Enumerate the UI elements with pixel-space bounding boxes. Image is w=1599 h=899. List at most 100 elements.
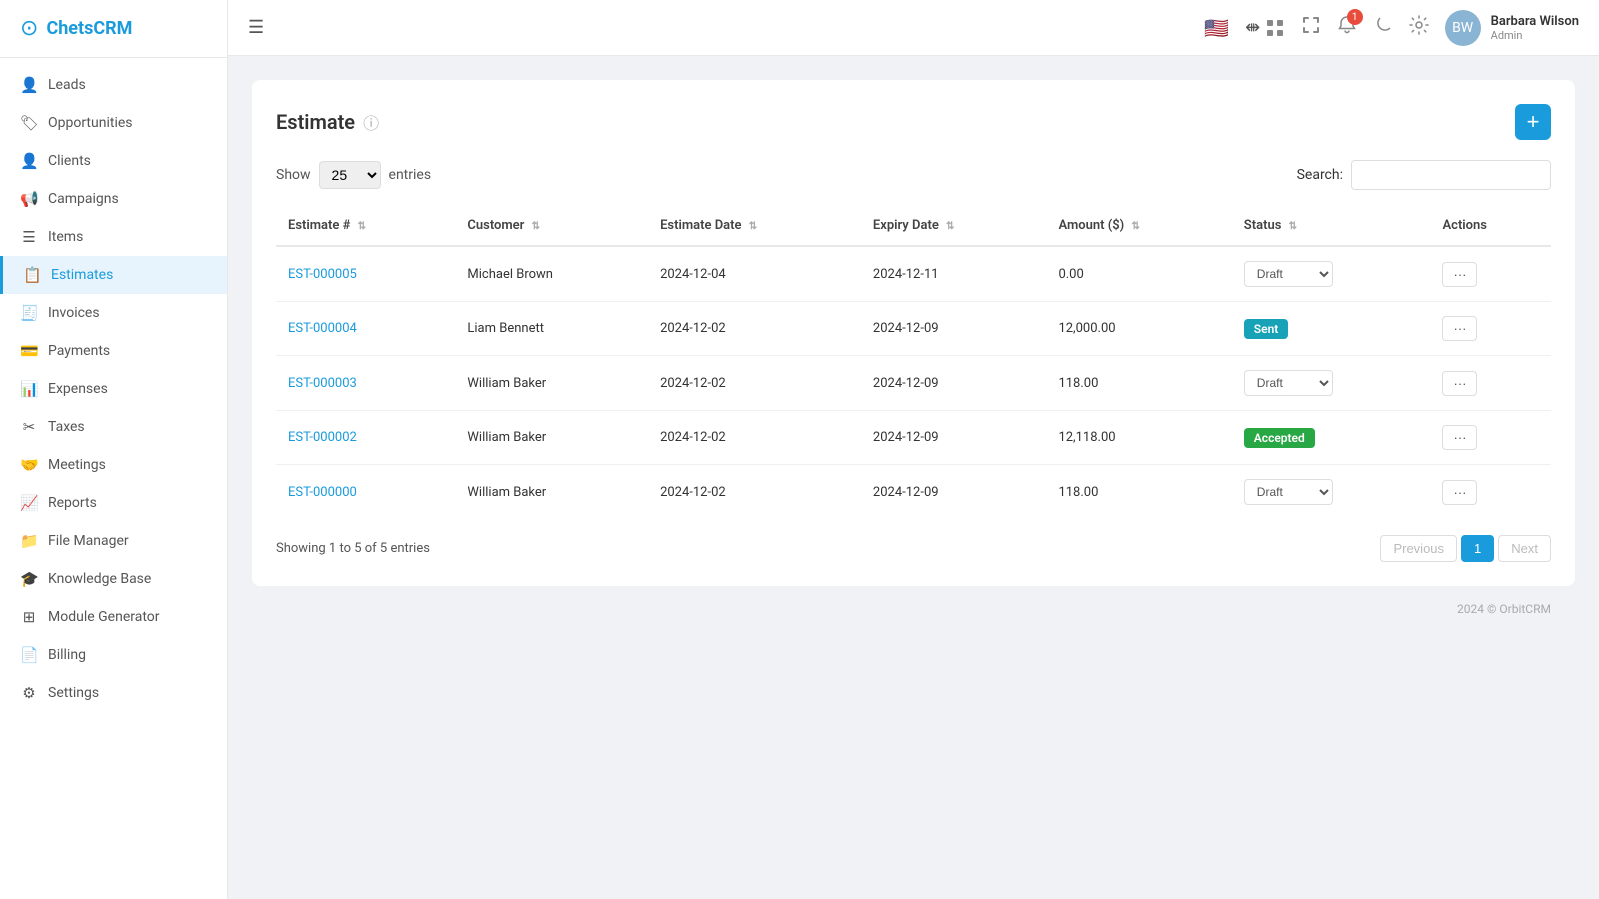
- status-select[interactable]: DraftSentAcceptedDeclined: [1244, 479, 1333, 505]
- settings-icon[interactable]: [1409, 15, 1429, 40]
- expenses-icon: 📊: [20, 380, 38, 398]
- col-header-amount[interactable]: Amount ($) ⇅: [1046, 206, 1231, 246]
- dark-mode-icon[interactable]: [1373, 15, 1393, 40]
- avatar: BW: [1445, 10, 1481, 46]
- sort-icon-customer: ⇅: [532, 221, 540, 232]
- sidebar-item-campaigns[interactable]: 📢 Campaigns: [0, 180, 227, 218]
- sidebar-item-leads[interactable]: 👤 Leads: [0, 66, 227, 104]
- reports-icon: 📈: [20, 494, 38, 512]
- sidebar-label-clients: Clients: [48, 153, 91, 169]
- opportunities-icon: 🏷: [20, 114, 38, 132]
- sidebar-item-estimates[interactable]: 📋 Estimates: [0, 256, 227, 294]
- sidebar-item-file-manager[interactable]: 📁 File Manager: [0, 522, 227, 560]
- estimate-link[interactable]: EST-000000: [288, 485, 357, 500]
- estimate-date-cell: 2024-12-02: [648, 465, 861, 520]
- previous-button[interactable]: Previous: [1380, 535, 1457, 562]
- sidebar-item-clients[interactable]: 👤 Clients: [0, 142, 227, 180]
- sidebar-item-knowledge-base[interactable]: 🎓 Knowledge Base: [0, 560, 227, 598]
- billing-icon: 📄: [20, 646, 38, 664]
- fullscreen-icon[interactable]: [1301, 15, 1321, 40]
- col-header-actions[interactable]: Actions: [1430, 206, 1551, 246]
- sidebar-item-items[interactable]: ☰ Items: [0, 218, 227, 256]
- payments-icon: 💳: [20, 342, 38, 360]
- page-title-area: Estimate ⓘ: [276, 110, 379, 134]
- user-role: Admin: [1491, 29, 1579, 42]
- estimate-link[interactable]: EST-000004: [288, 321, 357, 336]
- menu-toggle-icon[interactable]: ☰: [248, 17, 264, 38]
- estimate-link[interactable]: EST-000003: [288, 376, 357, 391]
- status-select[interactable]: DraftSentAcceptedDeclined: [1244, 261, 1333, 287]
- col-header-expiry_date[interactable]: Expiry Date ⇅: [861, 206, 1047, 246]
- col-header-customer[interactable]: Customer ⇅: [455, 206, 648, 246]
- sidebar-item-invoices[interactable]: 🧾 Invoices: [0, 294, 227, 332]
- user-profile[interactable]: BW Barbara Wilson Admin: [1445, 10, 1579, 46]
- estimate-date-cell: 2024-12-02: [648, 302, 861, 356]
- estimate-date-cell: 2024-12-02: [648, 411, 861, 465]
- customer-cell: Liam Bennett: [455, 302, 648, 356]
- customer-cell: William Baker: [455, 356, 648, 411]
- status-cell[interactable]: Sent: [1232, 302, 1431, 356]
- apps-icon[interactable]: ⇼: [1245, 17, 1285, 38]
- sidebar-label-payments: Payments: [48, 343, 110, 359]
- sidebar-item-taxes[interactable]: ✂ Taxes: [0, 408, 227, 446]
- status-cell[interactable]: DraftSentAcceptedDeclined: [1232, 356, 1431, 411]
- page-title: Estimate: [276, 110, 355, 134]
- table-controls: Show 25 10 50 100 entries Search:: [276, 160, 1551, 190]
- footer: 2024 © OrbitCRM: [252, 586, 1575, 632]
- flag-icon[interactable]: 🇺🇸: [1204, 16, 1229, 40]
- actions-button[interactable]: ···: [1442, 371, 1477, 396]
- actions-cell: ···: [1430, 356, 1551, 411]
- actions-button[interactable]: ···: [1442, 316, 1477, 341]
- logo[interactable]: ⊙ ChetsCRM: [0, 0, 227, 58]
- expiry-date-cell: 2024-12-09: [861, 356, 1047, 411]
- add-estimate-button[interactable]: +: [1515, 104, 1551, 140]
- sort-icon-expiry_date: ⇅: [946, 221, 954, 232]
- sidebar-item-settings[interactable]: ⚙ Settings: [0, 674, 227, 712]
- settings-icon: ⚙: [20, 684, 38, 702]
- sidebar-item-expenses[interactable]: 📊 Expenses: [0, 370, 227, 408]
- sidebar-item-module-generator[interactable]: ⊞ Module Generator: [0, 598, 227, 636]
- next-button[interactable]: Next: [1498, 535, 1551, 562]
- sort-icon-amount: ⇅: [1131, 221, 1139, 232]
- amount-cell: 12,118.00: [1046, 411, 1231, 465]
- table-row: EST-000004Liam Bennett2024-12-022024-12-…: [276, 302, 1551, 356]
- table-header: Estimate # ⇅Customer ⇅Estimate Date ⇅Exp…: [276, 206, 1551, 246]
- actions-button[interactable]: ···: [1442, 480, 1477, 505]
- sidebar-item-payments[interactable]: 💳 Payments: [0, 332, 227, 370]
- sidebar-item-opportunities[interactable]: 🏷 Opportunities: [0, 104, 227, 142]
- page-1-button[interactable]: 1: [1461, 535, 1494, 562]
- invoices-icon: 🧾: [20, 304, 38, 322]
- sidebar-label-estimates: Estimates: [51, 267, 113, 283]
- status-cell[interactable]: DraftSentAcceptedDeclined: [1232, 246, 1431, 302]
- status-cell[interactable]: Accepted: [1232, 411, 1431, 465]
- status-select[interactable]: DraftSentAcceptedDeclined: [1244, 370, 1333, 396]
- sidebar-label-settings: Settings: [48, 685, 99, 701]
- search-input[interactable]: [1351, 160, 1551, 190]
- status-badge-sent: Sent: [1244, 319, 1289, 339]
- col-header-status[interactable]: Status ⇅: [1232, 206, 1431, 246]
- actions-button[interactable]: ···: [1442, 425, 1477, 450]
- actions-button[interactable]: ···: [1442, 262, 1477, 287]
- col-header-estimate_num[interactable]: Estimate # ⇅: [276, 206, 455, 246]
- sidebar-item-reports[interactable]: 📈 Reports: [0, 484, 227, 522]
- items-icon: ☰: [20, 228, 38, 246]
- expiry-date-cell: 2024-12-09: [861, 411, 1047, 465]
- sidebar-label-billing: Billing: [48, 647, 86, 663]
- expiry-date-cell: 2024-12-11: [861, 246, 1047, 302]
- col-header-estimate_date[interactable]: Estimate Date ⇅: [648, 206, 861, 246]
- leads-icon: 👤: [20, 76, 38, 94]
- table-row: EST-000005Michael Brown2024-12-042024-12…: [276, 246, 1551, 302]
- notification-icon[interactable]: 1: [1337, 15, 1357, 40]
- estimates-icon: 📋: [23, 266, 41, 284]
- sidebar-item-meetings[interactable]: 🤝 Meetings: [0, 446, 227, 484]
- info-icon[interactable]: ⓘ: [363, 110, 379, 134]
- estimate-link[interactable]: EST-000002: [288, 430, 357, 445]
- sidebar-item-billing[interactable]: 📄 Billing: [0, 636, 227, 674]
- sidebar-label-opportunities: Opportunities: [48, 115, 133, 131]
- module-generator-icon: ⊞: [20, 608, 38, 626]
- status-cell[interactable]: DraftSentAcceptedDeclined: [1232, 465, 1431, 520]
- main-content: ☰ 🇺🇸 ⇼ 1: [228, 0, 1599, 899]
- entries-select[interactable]: 25 10 50 100: [319, 161, 381, 189]
- expiry-date-cell: 2024-12-09: [861, 465, 1047, 520]
- estimate-link[interactable]: EST-000005: [288, 267, 357, 282]
